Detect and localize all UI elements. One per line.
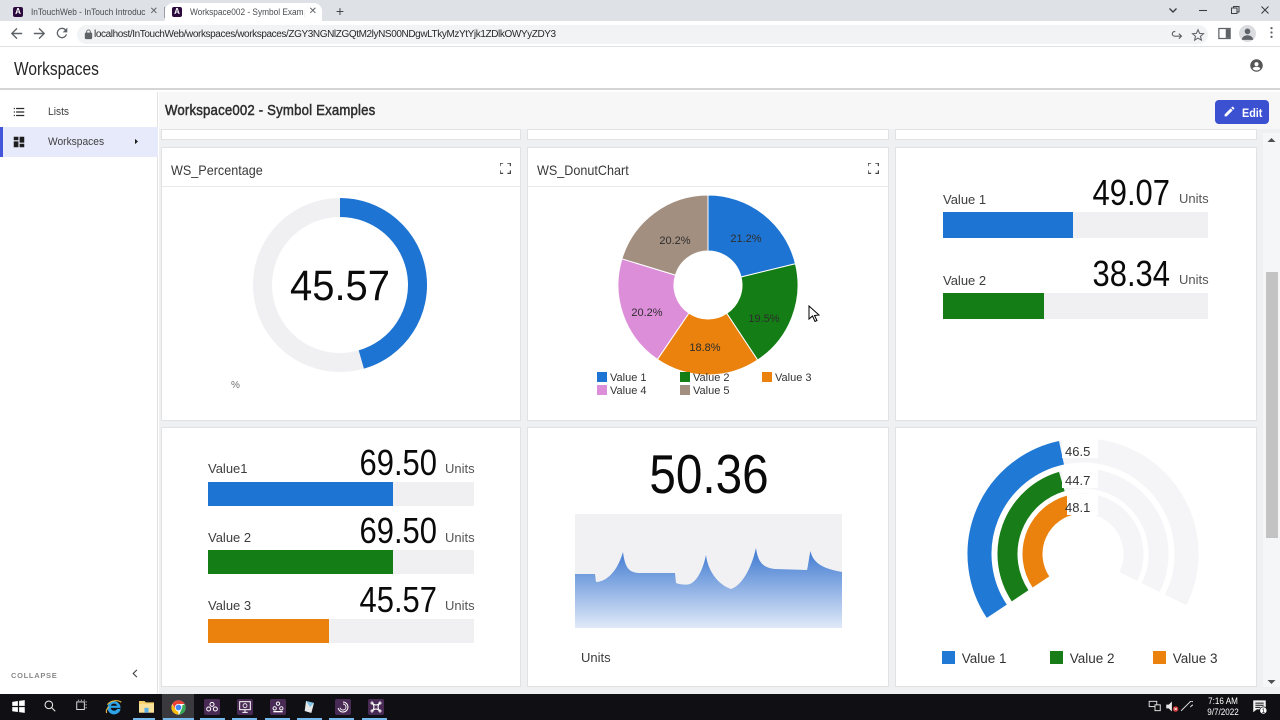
svg-text:%: % [231, 380, 240, 391]
svg-text:20.2%: 20.2% [659, 235, 690, 247]
svg-text:45.57: 45.57 [290, 262, 390, 310]
svg-text:19.5%: 19.5% [748, 313, 779, 325]
svg-text:1: 1 [1261, 708, 1265, 715]
svg-text:21.2%: 21.2% [730, 233, 761, 245]
svg-text:18.8%: 18.8% [689, 342, 720, 354]
svg-text:48.1: 48.1 [1065, 500, 1090, 515]
svg-text:46.5: 46.5 [1065, 444, 1090, 459]
svg-text:44.7: 44.7 [1065, 473, 1090, 488]
svg-text:20.2%: 20.2% [631, 307, 662, 319]
